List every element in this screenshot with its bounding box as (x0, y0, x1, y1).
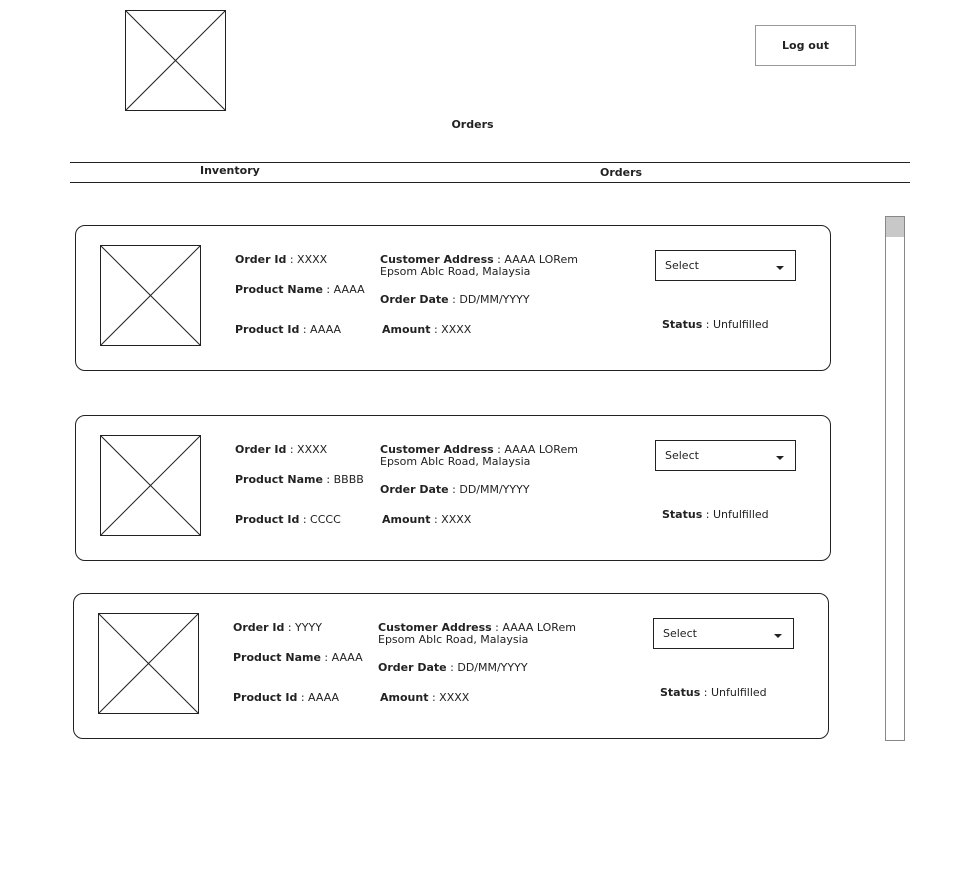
order-id-field: Order Id : XXXX (235, 253, 328, 266)
select-value: Select (665, 449, 699, 462)
customer-address-field: Customer Address : AAAA LORem Epsom Ablc … (380, 443, 578, 468)
status-field: Status : Unfulfilled (662, 508, 769, 521)
order-id-value: XXXX (297, 443, 328, 456)
product-id-field: Product Id : AAAA (235, 323, 342, 336)
order-date-value: DD/MM/YYYY (457, 661, 528, 674)
chevron-down-icon (776, 456, 784, 460)
product-image-placeholder (98, 613, 199, 714)
order-date-field: Order Date : DD/MM/YYYY (380, 293, 530, 306)
product-name-field: Product Name : AAAA (233, 651, 363, 664)
logo-image-placeholder (125, 10, 226, 111)
order-id-field: Order Id : YYYY (233, 621, 322, 634)
order-id-field: Order Id : XXXX (235, 443, 328, 456)
product-id-field: Product Id : AAAA (233, 691, 340, 704)
amount-field: Amount : XXXX (380, 691, 470, 704)
tab-inventory[interactable]: Inventory (200, 164, 260, 177)
address-line2-value: Epsom Ablc Road, Malaysia (380, 455, 531, 468)
status-value: Unfulfilled (710, 686, 767, 699)
order-id-value: XXXX (297, 253, 328, 266)
address-line2-value: Epsom Ablc Road, Malaysia (378, 633, 529, 646)
select-value: Select (663, 627, 697, 640)
product-id-value: AAAA (308, 691, 340, 704)
scrollbar-thumb[interactable] (886, 217, 904, 237)
amount-field: Amount : XXXX (382, 323, 472, 336)
address-line2-value: Epsom Ablc Road, Malaysia (380, 265, 531, 278)
product-id-value: AAAA (310, 323, 342, 336)
logout-button[interactable]: Log out (755, 25, 856, 66)
product-image-placeholder (100, 435, 201, 536)
page-title: Orders (451, 118, 494, 131)
order-card: Order Id : XXXX Product Name : AAAA Prod… (75, 225, 831, 371)
amount-field: Amount : XXXX (382, 513, 472, 526)
amount-value: XXXX (439, 691, 470, 704)
status-select[interactable]: Select (653, 618, 794, 649)
status-select[interactable]: Select (655, 250, 796, 281)
order-date-field: Order Date : DD/MM/YYYY (378, 661, 528, 674)
select-value: Select (665, 259, 699, 272)
status-field: Status : Unfulfilled (662, 318, 769, 331)
tab-orders[interactable]: Orders (600, 166, 642, 179)
status-value: Unfulfilled (712, 318, 769, 331)
chevron-down-icon (774, 634, 782, 638)
order-card: Order Id : YYYY Product Name : AAAA Prod… (73, 593, 829, 739)
product-id-field: Product Id : CCCC (235, 513, 341, 526)
product-image-placeholder (100, 245, 201, 346)
amount-value: XXXX (441, 513, 472, 526)
status-value: Unfulfilled (712, 508, 769, 521)
product-id-value: CCCC (310, 513, 341, 526)
chevron-down-icon (776, 266, 784, 270)
order-card: Order Id : XXXX Product Name : BBBB Prod… (75, 415, 831, 561)
product-name-value: BBBB (333, 473, 364, 486)
product-name-field: Product Name : BBBB (235, 473, 364, 486)
order-date-value: DD/MM/YYYY (459, 483, 530, 496)
status-select[interactable]: Select (655, 440, 796, 471)
order-id-value: YYYY (295, 621, 322, 634)
product-name-field: Product Name : AAAA (235, 283, 365, 296)
product-name-value: AAAA (333, 283, 365, 296)
nav-bar: Inventory Orders (70, 162, 910, 183)
order-date-field: Order Date : DD/MM/YYYY (380, 483, 530, 496)
customer-address-field: Customer Address : AAAA LORem Epsom Ablc … (380, 253, 578, 278)
status-field: Status : Unfulfilled (660, 686, 767, 699)
order-date-value: DD/MM/YYYY (459, 293, 530, 306)
product-name-value: AAAA (331, 651, 363, 664)
customer-address-field: Customer Address : AAAA LORem Epsom Ablc … (378, 621, 576, 646)
scrollbar[interactable] (885, 216, 905, 741)
amount-value: XXXX (441, 323, 472, 336)
